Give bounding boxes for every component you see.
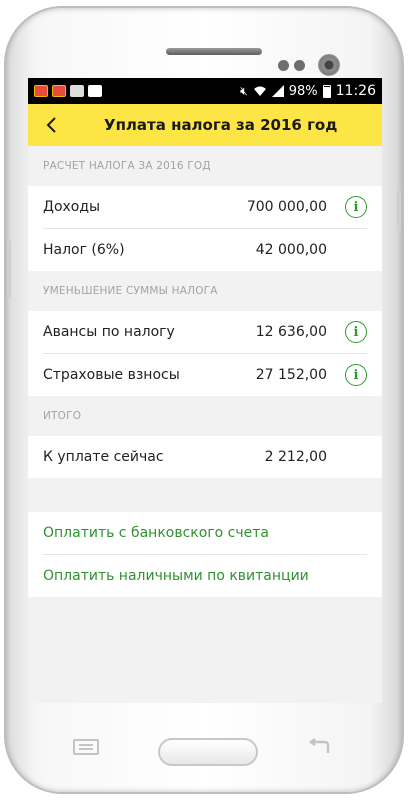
battery-icon [322,84,331,98]
row-label: К уплате сейчас [43,449,164,465]
menu-key-icon[interactable] [72,738,100,756]
app-bar: Уплата налога за 2016 год [28,104,382,146]
total-card: К уплате сейчас 2 212,00 [28,436,382,478]
status-bar: 🔇︎ 98% 11:26 [28,78,382,104]
calculation-card: Доходы 700 000,00 i Налог (6%) 42 000,00 [28,186,382,271]
row-value: 700 000,00 [246,199,327,215]
info-icon[interactable]: i [345,196,367,218]
battery-percent: 98% [288,83,318,99]
earpiece [166,48,262,55]
tax-row: Налог (6%) 42 000,00 [28,229,382,271]
power-key [397,190,401,230]
info-icon[interactable]: i [345,321,367,343]
row-label: Налог (6%) [43,242,125,258]
actions-card: Оплатить с банковского счета Оплатить на… [28,512,382,597]
light-sensor [294,60,305,71]
volume-key [7,240,11,298]
back-key-icon[interactable] [306,738,334,756]
proximity-sensor [278,60,289,71]
empty-area [28,597,382,703]
signal-icon [271,85,284,97]
spacer [28,478,382,512]
clock: 11:26 [335,83,376,99]
front-camera-icon [318,54,340,76]
row-label: Доходы [43,199,101,215]
gallery-icon [70,85,84,97]
row-value: 2 212,00 [264,449,327,465]
screen: 🔇︎ 98% 11:26 Уплата налога за 2016 год Р… [28,78,382,703]
back-button[interactable] [28,104,76,146]
home-button[interactable] [158,738,258,766]
app-badge-icon [34,85,48,97]
pay-cash-link[interactable]: Оплатить наличными по квитанции [28,555,382,597]
row-label: Страховые взносы [43,367,180,383]
mute-icon: 🔇︎ [240,83,248,98]
section-header-reduction: УМЕНЬШЕНИЕ СУММЫ НАЛОГА [28,271,382,311]
wifi-icon [253,86,266,96]
row-value: 12 636,00 [255,324,327,340]
row-value: 27 152,00 [255,367,327,383]
app-badge-icon [52,85,66,97]
row-value: 42 000,00 [255,242,327,258]
flipboard-icon [88,85,102,97]
back-arrow-icon [46,117,56,133]
income-row: Доходы 700 000,00 i [28,186,382,228]
section-header-calculation: РАСЧЕТ НАЛОГА ЗА 2016 ГОД [28,146,382,186]
info-icon[interactable]: i [345,364,367,386]
pay-bank-link[interactable]: Оплатить с банковского счета [28,512,382,554]
insurance-row: Страховые взносы 27 152,00 i [28,354,382,396]
row-label: Авансы по налогу [43,324,175,340]
reduction-card: Авансы по налогу 12 636,00 i Страховые в… [28,311,382,396]
page-title: Уплата налога за 2016 год [104,116,338,134]
total-row: К уплате сейчас 2 212,00 [28,436,382,478]
section-header-total: ИТОГО [28,396,382,436]
advances-row: Авансы по налогу 12 636,00 i [28,311,382,353]
